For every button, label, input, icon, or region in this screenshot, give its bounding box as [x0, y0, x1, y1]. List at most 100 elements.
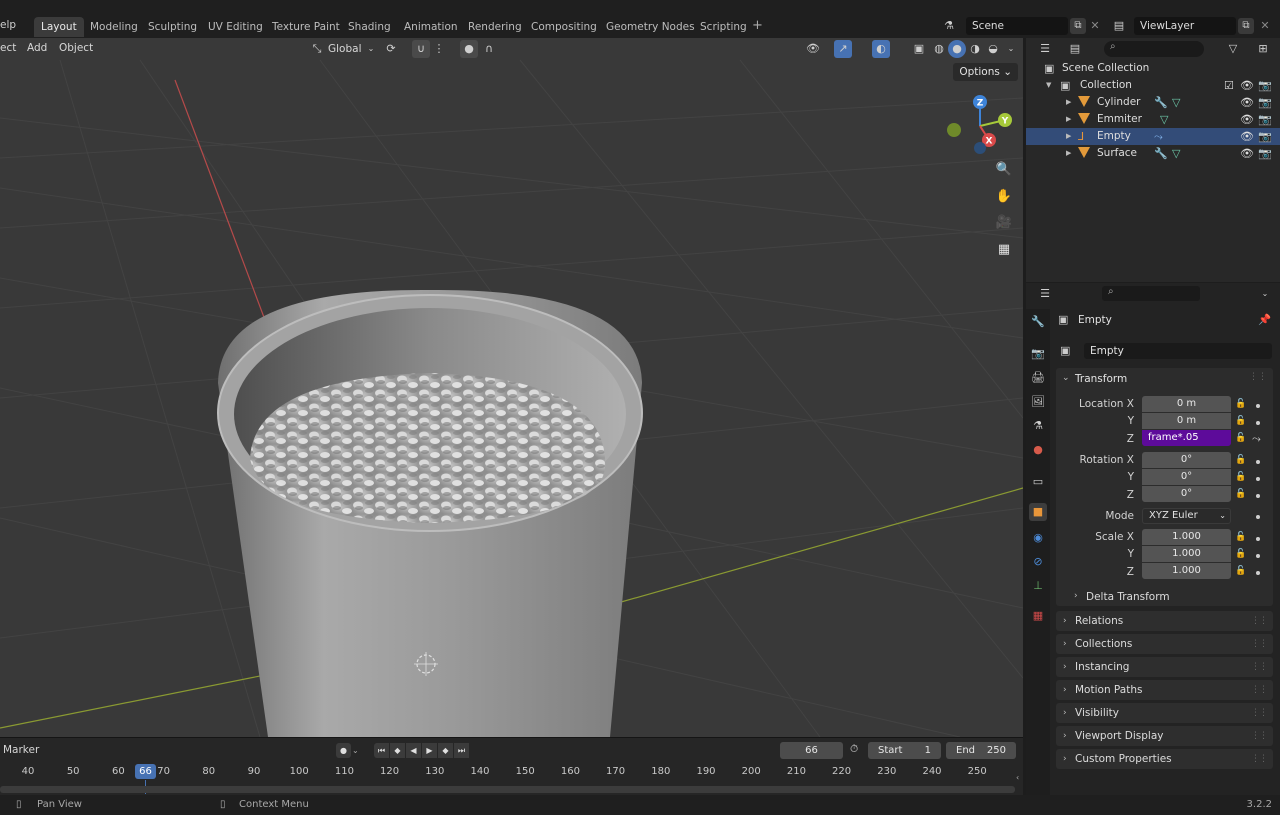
filter-icon[interactable]: ▽: [1224, 40, 1242, 58]
outliner-collection[interactable]: ▼ ▣ Collection ☑ 👁 📷: [1026, 77, 1280, 94]
visibility-icon[interactable]: 👁: [804, 40, 822, 58]
transform-title[interactable]: Transform: [1075, 373, 1127, 385]
modifier-wrench-icon[interactable]: 🔧: [1154, 94, 1168, 111]
chevron-down-icon[interactable]: ⌄: [362, 40, 380, 58]
render-camera-icon[interactable]: 📷: [1258, 145, 1272, 162]
scene-icon[interactable]: ⚗: [940, 17, 958, 35]
workspace-tab-uv-editing[interactable]: UV Editing: [201, 17, 270, 37]
lock-icon[interactable]: 🔓: [1235, 472, 1246, 482]
orientation-dropdown[interactable]: Global: [328, 40, 362, 58]
delete-scene-icon[interactable]: ✕: [1086, 17, 1104, 35]
object-menu[interactable]: Object: [59, 42, 93, 54]
render-camera-icon[interactable]: 📷: [1258, 128, 1272, 145]
checkbox-icon[interactable]: ☑: [1224, 77, 1234, 94]
play-icon[interactable]: ▶: [422, 743, 437, 758]
jump-end-icon[interactable]: ⏭: [454, 743, 469, 758]
viewlayer-field[interactable]: ViewLayer: [1134, 17, 1236, 35]
constraints-tab-icon[interactable]: ⊘: [1029, 553, 1047, 571]
chevron-left-icon[interactable]: ‹: [1016, 773, 1019, 782]
chevron-down-icon[interactable]: ⌄: [352, 746, 359, 755]
add-workspace-button[interactable]: +: [752, 18, 763, 33]
drag-handle-icon[interactable]: ⋮⋮: [1251, 726, 1268, 746]
constraint-icon[interactable]: ⤳: [1154, 128, 1163, 145]
falloff-icon[interactable]: ∩: [480, 40, 498, 58]
location-x-field[interactable]: 0 m: [1142, 396, 1231, 412]
delete-viewlayer-icon[interactable]: ✕: [1256, 17, 1274, 35]
keyframe-dot-icon[interactable]: [1256, 515, 1260, 519]
current-frame-field[interactable]: 66: [780, 742, 843, 759]
playhead-frame-indicator[interactable]: 66: [135, 764, 156, 779]
view-layer-tab-icon[interactable]: 🖼: [1029, 393, 1047, 411]
rendered-shading-icon[interactable]: ◒: [984, 40, 1002, 58]
rotation-x-field[interactable]: 0°: [1142, 452, 1231, 468]
camera-icon[interactable]: 🎥: [995, 215, 1013, 233]
mesh-data-icon[interactable]: ▽: [1172, 145, 1180, 162]
lock-icon[interactable]: 🔓: [1235, 416, 1246, 426]
section-collections[interactable]: › Collections ⋮⋮: [1056, 634, 1273, 654]
select-menu[interactable]: ect: [0, 42, 16, 54]
object-tab-icon[interactable]: ■: [1029, 503, 1047, 521]
keyframe-record-button[interactable]: ●: [336, 743, 351, 758]
section-viewport-display[interactable]: › Viewport Display ⋮⋮: [1056, 726, 1273, 746]
tool-tab-icon[interactable]: 🔧: [1029, 313, 1047, 331]
outliner-item-emmiter[interactable]: ▶ Emmiter ▽ 👁 📷: [1026, 111, 1280, 128]
chevron-down-icon[interactable]: ⌄: [1256, 285, 1274, 303]
workspace-tab-sculpting[interactable]: Sculpting: [141, 17, 204, 37]
collapse-triangle-icon[interactable]: ▼: [1046, 77, 1051, 94]
expand-triangle-icon[interactable]: ▶: [1066, 145, 1071, 162]
mesh-data-icon[interactable]: ▽: [1160, 111, 1168, 128]
pivot-point-icon[interactable]: ⟳: [382, 40, 400, 58]
xray-icon[interactable]: ▣: [910, 40, 928, 58]
add-menu[interactable]: Add: [27, 42, 47, 54]
pin-icon[interactable]: 📌: [1258, 313, 1271, 326]
workspace-tab-texture-paint[interactable]: Texture Paint: [265, 17, 347, 37]
render-tab-icon[interactable]: 📷: [1029, 345, 1047, 363]
eye-icon[interactable]: 👁: [1240, 94, 1254, 111]
lock-icon[interactable]: 🔓: [1235, 532, 1246, 542]
scale-y-field[interactable]: 1.000: [1142, 546, 1231, 562]
viewlayer-icon[interactable]: ▤: [1110, 17, 1128, 35]
workspace-tab-scripting[interactable]: Scripting: [693, 17, 754, 37]
eye-icon[interactable]: 👁: [1240, 145, 1254, 162]
shading-options-icon[interactable]: ⌄: [1002, 40, 1020, 58]
keyframe-dot-icon[interactable]: [1256, 494, 1260, 498]
new-collection-icon[interactable]: ⊞: [1254, 40, 1272, 58]
timeline-scrollbar[interactable]: [0, 786, 1015, 793]
proportional-edit-icon[interactable]: ●: [460, 40, 478, 58]
section-visibility[interactable]: › Visibility ⋮⋮: [1056, 703, 1273, 723]
data-tab-icon[interactable]: ⊥: [1029, 577, 1047, 595]
keyframe-dot-icon[interactable]: [1256, 571, 1260, 575]
outliner-item-cylinder[interactable]: ▶ Cylinder 🔧 ▽ 👁 📷: [1026, 94, 1280, 111]
eye-icon[interactable]: 👁: [1240, 77, 1254, 94]
perspective-grid-icon[interactable]: ▦: [995, 242, 1013, 260]
outliner-search-input[interactable]: ⌕: [1104, 41, 1204, 57]
physics-tab-icon[interactable]: ◉: [1029, 529, 1047, 547]
jump-start-icon[interactable]: ⏮: [374, 743, 389, 758]
drag-handle-icon[interactable]: ⋮⋮: [1251, 749, 1268, 769]
outliner-item-empty[interactable]: ▶ ⅃ Empty ⤳ 👁 📷: [1026, 128, 1280, 145]
expand-triangle-icon[interactable]: ▶: [1066, 111, 1071, 128]
workspace-tab-layout[interactable]: Layout: [34, 17, 84, 37]
delta-transform-subpanel[interactable]: › Delta Transform: [1074, 591, 1264, 605]
rotation-mode-dropdown[interactable]: XYZ Euler ⌄: [1142, 508, 1231, 524]
drag-handle-icon[interactable]: ⋮⋮: [1251, 703, 1268, 723]
scale-z-field[interactable]: 1.000: [1142, 563, 1231, 579]
3d-viewport[interactable]: Z Y X ect Add Object ⤡ Global ⌄ ⟳ ∪ ⋮ ● …: [0, 38, 1023, 737]
material-shading-icon[interactable]: ◑: [966, 40, 984, 58]
workspace-tab-rendering[interactable]: Rendering: [461, 17, 529, 37]
editor-type-icon[interactable]: ☰: [1036, 40, 1054, 58]
keyframe-dot-icon[interactable]: [1256, 477, 1260, 481]
scene-tab-icon[interactable]: ⚗: [1029, 417, 1047, 435]
new-viewlayer-button[interactable]: ⧉: [1238, 18, 1254, 34]
workspace-tab-geometry-nodes[interactable]: Geometry Nodes: [599, 17, 702, 37]
expand-triangle-icon[interactable]: ▶: [1066, 128, 1071, 145]
datablock-icon[interactable]: ▣: [1060, 344, 1070, 357]
options-dropdown[interactable]: Options ⌄: [953, 63, 1018, 81]
overlay-toggle-icon[interactable]: ◐: [872, 40, 890, 58]
workspace-tab-compositing[interactable]: Compositing: [524, 17, 604, 37]
keyframe-dot-icon[interactable]: [1256, 460, 1260, 464]
drag-handle-icon[interactable]: ⋮⋮: [1251, 657, 1268, 677]
lock-icon[interactable]: 🔓: [1235, 549, 1246, 559]
scale-x-field[interactable]: 1.000: [1142, 529, 1231, 545]
location-y-field[interactable]: 0 m: [1142, 413, 1231, 429]
